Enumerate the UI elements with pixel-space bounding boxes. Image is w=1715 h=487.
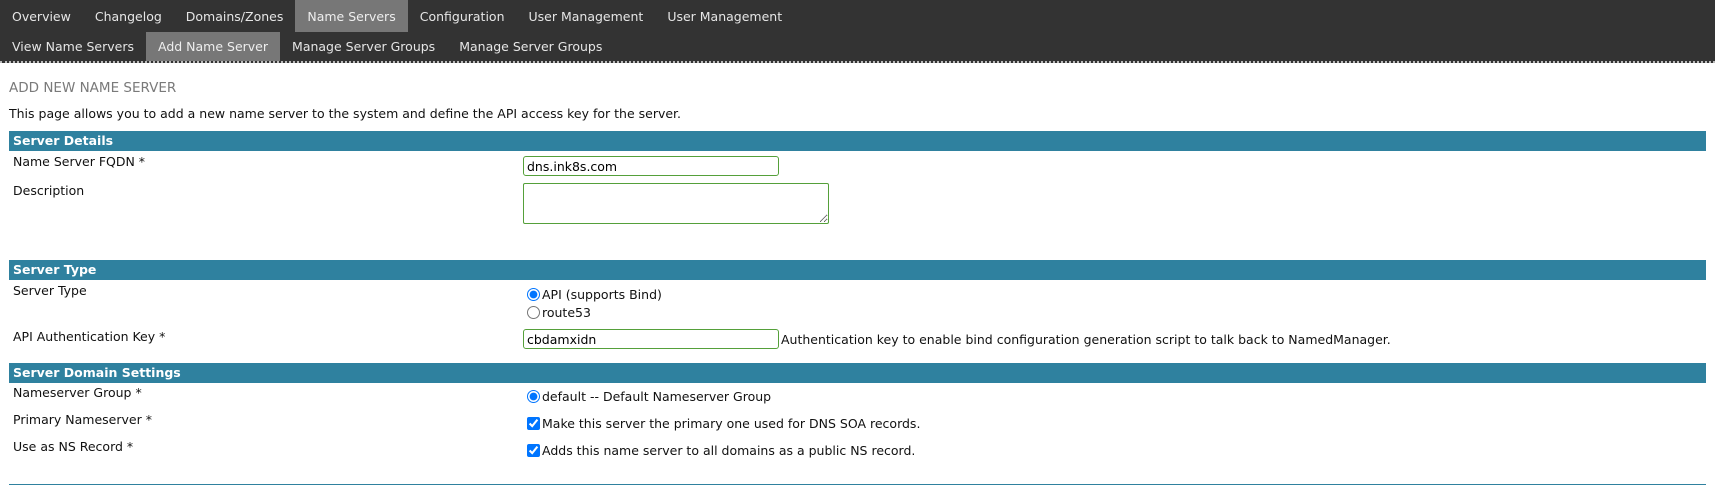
subtab-add-name-server[interactable]: Add Name Server xyxy=(146,32,281,61)
fqdn-label: Name Server FQDN * xyxy=(13,154,146,169)
ns-record-checkbox[interactable] xyxy=(527,443,540,457)
tab-overview[interactable]: Overview xyxy=(0,0,83,32)
main-content: ADD NEW NAME SERVER This page allows you… xyxy=(0,80,1715,473)
subtab-manage-server-groups[interactable]: Manage Server Groups xyxy=(280,32,447,61)
secondary-nav: View Name Servers Add Name Server Manage… xyxy=(0,32,1715,63)
primary-nameserver-text: Make this server the primary one used fo… xyxy=(542,415,921,431)
server-details-rows: Name Server FQDN * Description xyxy=(9,151,1706,251)
page-intro: This page allows you to add a new name s… xyxy=(9,106,682,121)
description-label: Description xyxy=(13,183,85,198)
tab-name-servers[interactable]: Name Servers xyxy=(295,0,408,32)
description-textarea[interactable] xyxy=(523,183,829,224)
api-key-input[interactable] xyxy=(523,329,779,349)
domain-settings-rows: Nameserver Group * default -- Default Na… xyxy=(9,383,1706,473)
section-server-details: Server Details xyxy=(9,131,1706,151)
radio-route53-label: route53 xyxy=(542,304,591,320)
radio-api[interactable] xyxy=(527,287,540,301)
default-group-label: default -- Default Nameserver Group xyxy=(542,388,772,404)
tab-user-management[interactable]: User Management xyxy=(517,0,656,32)
tab-user-management-2[interactable]: User Management xyxy=(655,0,794,32)
server-type-rows: Server Type API (supports Bind) route53 … xyxy=(9,280,1706,354)
api-key-label: API Authentication Key * xyxy=(13,329,166,344)
ns-record-label: Use as NS Record * xyxy=(13,439,134,454)
radio-api-label: API (supports Bind) xyxy=(542,286,662,302)
tab-configuration[interactable]: Configuration xyxy=(408,0,517,32)
section-divider xyxy=(9,484,1706,485)
section-server-type: Server Type xyxy=(9,260,1706,280)
server-type-label: Server Type xyxy=(13,283,87,298)
api-key-hint: Authentication key to enable bind config… xyxy=(781,332,1391,347)
page-title: ADD NEW NAME SERVER xyxy=(9,80,177,96)
subtab-manage-server-groups-2[interactable]: Manage Server Groups xyxy=(447,32,614,61)
primary-nameserver-label: Primary Nameserver * xyxy=(13,412,152,427)
radio-route53[interactable] xyxy=(527,305,540,319)
radio-default-group[interactable] xyxy=(527,389,540,403)
subtab-view-name-servers[interactable]: View Name Servers xyxy=(0,32,146,61)
nameserver-group-label: Nameserver Group * xyxy=(13,385,142,400)
primary-nav: Overview Changelog Domains/Zones Name Se… xyxy=(0,0,1715,32)
tab-domains-zones[interactable]: Domains/Zones xyxy=(174,0,296,32)
section-domain-settings: Server Domain Settings xyxy=(9,363,1706,383)
ns-record-text: Adds this name server to all domains as … xyxy=(542,442,916,458)
tab-changelog[interactable]: Changelog xyxy=(83,0,174,32)
primary-nameserver-checkbox[interactable] xyxy=(527,416,540,430)
fqdn-input[interactable] xyxy=(523,156,779,176)
